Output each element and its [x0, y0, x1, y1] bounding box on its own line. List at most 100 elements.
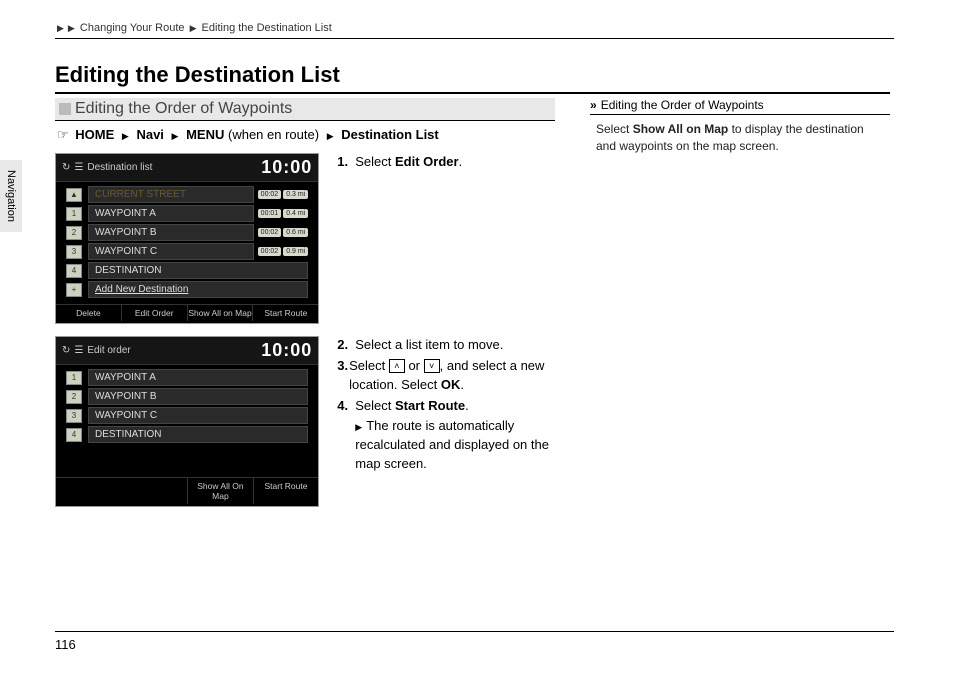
row-marker: ▲	[66, 188, 82, 202]
sub-heading: Editing the Order of Waypoints	[55, 98, 555, 121]
right-body: Select Show All on Map to display the de…	[590, 121, 890, 156]
chevron-icon	[66, 22, 77, 34]
right-bold: Show All on Map	[633, 122, 729, 136]
step-text: Select a list item to move.	[355, 336, 503, 355]
breadcrumb-page: Editing the Destination List	[202, 22, 332, 34]
list-item: DESTINATION	[88, 262, 308, 279]
nav-path: HOME Navi MENU (when en route) Destinati…	[57, 127, 555, 143]
screen-row-1: ↻ ☰ Destination list 10:00 ▲ CURRENT STRE…	[55, 153, 555, 324]
path-navi: Navi	[136, 127, 163, 142]
step-num: 1.	[337, 153, 355, 172]
breadcrumb-section: Changing Your Route	[80, 22, 185, 34]
current-street: CURRENT STREET	[88, 186, 254, 203]
clock: 10:00	[261, 340, 312, 361]
row-num: 4	[66, 264, 82, 278]
right-column: Editing the Order of Waypoints Select Sh…	[590, 98, 890, 156]
chevron-icon	[55, 22, 66, 34]
row-num: 3	[66, 245, 82, 259]
right-heading: Editing the Order of Waypoints	[590, 98, 890, 115]
clock: 10:00	[261, 157, 312, 178]
page-title: Editing the Destination List	[55, 62, 890, 94]
chevron-icon	[188, 22, 199, 34]
path-dest: Destination List	[341, 127, 439, 142]
step-text: .	[460, 377, 464, 392]
menu-icon: ☰	[74, 162, 83, 173]
btn-show-all: Show All On Map	[188, 478, 254, 504]
btn-edit-order: Edit Order	[122, 305, 188, 321]
list-item: WAYPOINT B	[88, 224, 254, 241]
back-icon: ↻	[62, 162, 70, 173]
step-num: 4.	[337, 397, 355, 416]
path-home: HOME	[75, 127, 114, 142]
pill-time: 00:02	[258, 190, 282, 199]
chevron-icon	[168, 127, 183, 142]
list-item: WAYPOINT A	[88, 369, 308, 386]
btn-delete: Delete	[56, 305, 122, 321]
pill-dist: 0.6 mi	[283, 228, 308, 237]
list-item: DESTINATION	[88, 426, 308, 443]
footer-rule	[55, 631, 894, 632]
list-item: WAYPOINT A	[88, 205, 254, 222]
row-num: 2	[66, 226, 82, 240]
note-text: The route is automatically recalculated …	[355, 418, 549, 471]
list-item: WAYPOINT C	[88, 243, 254, 260]
sub-heading-text: Editing the Order of Waypoints	[75, 100, 292, 117]
right-heading-text: Editing the Order of Waypoints	[601, 98, 764, 112]
chevron-icon	[118, 127, 133, 142]
list-item: WAYPOINT B	[88, 388, 308, 405]
btn-start-route: Start Route	[253, 305, 318, 321]
screen-title: Edit order	[87, 345, 130, 356]
btn-start-route: Start Route	[254, 478, 319, 504]
pill-dist: 0.4 mi	[283, 209, 308, 218]
page-number: 116	[55, 637, 76, 652]
step-bold: Start Route	[395, 398, 465, 413]
finger-icon	[57, 127, 72, 142]
step-text: .	[459, 154, 463, 169]
chevron-icon	[323, 127, 338, 142]
screenshot-destination-list: ↻ ☰ Destination list 10:00 ▲ CURRENT STRE…	[55, 153, 319, 324]
step-num: 3.	[337, 357, 349, 395]
screen-title: Destination list	[87, 162, 152, 173]
step-text: Select	[355, 398, 395, 413]
step-bold: Edit Order	[395, 154, 459, 169]
breadcrumb: Changing Your Route Editing the Destinat…	[55, 22, 332, 34]
row-add: +	[66, 283, 82, 297]
instructions-2: 2.Select a list item to move. 3. Select …	[319, 336, 555, 507]
path-menu: MENU	[186, 127, 224, 142]
list-item: WAYPOINT C	[88, 407, 308, 424]
up-icon: ˄	[389, 359, 405, 373]
menu-icon: ☰	[74, 345, 83, 356]
screenshot-edit-order: ↻ ☰ Edit order 10:00 1 WAYPOINT A 2 WAYPOI…	[55, 336, 319, 507]
row-num: 4	[66, 428, 82, 442]
step-text: Select	[355, 154, 395, 169]
pill-time: 00:02	[258, 228, 282, 237]
btn-spacer	[56, 478, 188, 504]
chevron-icon	[355, 418, 366, 433]
square-bullet-icon	[59, 103, 71, 115]
pill-time: 00:02	[258, 247, 282, 256]
down-icon: ˅	[424, 359, 440, 373]
path-paren: (when en route)	[228, 127, 319, 142]
double-chevron-icon	[590, 98, 601, 112]
side-tab-navigation: Navigation	[0, 160, 22, 232]
instructions-1: 1. Select Edit Order.	[319, 153, 555, 324]
row-num: 1	[66, 371, 82, 385]
header-rule	[55, 38, 894, 39]
main-column: Editing the Order of Waypoints HOME Navi…	[55, 98, 555, 519]
row-num: 1	[66, 207, 82, 221]
btn-show-all: Show All on Map	[188, 305, 254, 321]
step-text: .	[465, 398, 469, 413]
step-text: Select	[349, 358, 389, 373]
step-text: or	[405, 358, 424, 373]
step-num: 2.	[337, 336, 355, 355]
right-text: Select	[596, 122, 633, 136]
row-num: 3	[66, 409, 82, 423]
pill-dist: 0.3 mi	[283, 190, 308, 199]
pill-time: 00:01	[258, 209, 282, 218]
row-num: 2	[66, 390, 82, 404]
add-destination: Add New Destination	[88, 281, 308, 298]
back-icon: ↻	[62, 345, 70, 356]
step-bold: OK	[441, 377, 461, 392]
screen-row-2: ↻ ☰ Edit order 10:00 1 WAYPOINT A 2 WAYPOI…	[55, 336, 555, 507]
pill-dist: 0.9 mi	[283, 247, 308, 256]
